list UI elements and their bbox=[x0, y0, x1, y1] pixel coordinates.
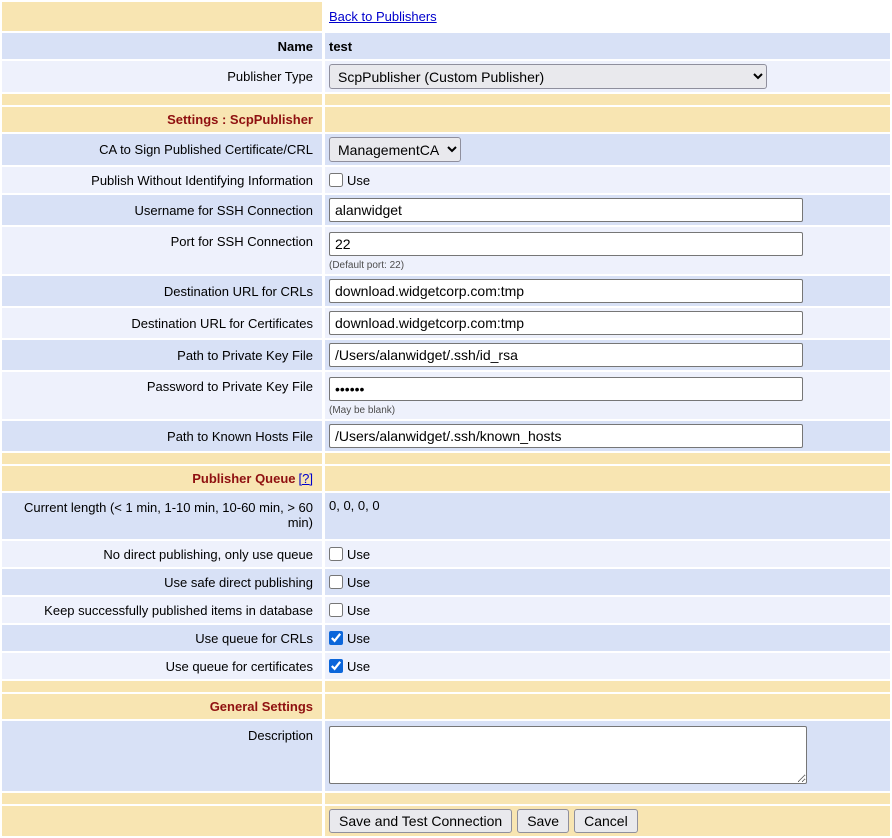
queue-crls-label: Use queue for CRLs bbox=[2, 625, 322, 651]
separator bbox=[2, 681, 890, 692]
keep-published-label: Keep successfully published items in dat… bbox=[2, 597, 322, 623]
row-name: Name test bbox=[2, 33, 890, 59]
publisher-queue-title: Publisher Queue bbox=[192, 471, 295, 486]
name-value: test bbox=[325, 33, 890, 59]
row-scp-settings-header: Settings : ScpPublisher bbox=[2, 107, 890, 132]
row-cert-url: Destination URL for Certificates bbox=[2, 308, 890, 338]
anonymous-use-label: Use bbox=[347, 173, 370, 188]
port-input[interactable] bbox=[329, 232, 803, 256]
row-description: Description bbox=[2, 721, 890, 791]
separator bbox=[2, 793, 890, 804]
description-textarea[interactable] bbox=[329, 726, 807, 784]
row-safe-direct: Use safe direct publishing Use bbox=[2, 569, 890, 595]
row-private-key: Path to Private Key File bbox=[2, 340, 890, 370]
ca-select[interactable]: ManagementCA bbox=[329, 137, 461, 162]
queue-certs-label: Use queue for certificates bbox=[2, 653, 322, 679]
cert-url-label: Destination URL for Certificates bbox=[2, 308, 322, 338]
row-username: Username for SSH Connection bbox=[2, 195, 890, 225]
port-label: Port for SSH Connection bbox=[2, 227, 322, 274]
save-button[interactable]: Save bbox=[517, 809, 569, 833]
known-hosts-input[interactable] bbox=[329, 424, 803, 448]
crl-url-label: Destination URL for CRLs bbox=[2, 276, 322, 306]
crl-url-input[interactable] bbox=[329, 279, 803, 303]
publisher-form: Back to Publishers Name test Publisher T… bbox=[0, 0, 892, 838]
row-general-settings-header: General Settings bbox=[2, 694, 890, 719]
row-actions: Save and Test Connection Save Cancel bbox=[2, 806, 890, 836]
cert-url-input[interactable] bbox=[329, 311, 803, 335]
row-publisher-type: Publisher Type ScpPublisher (Custom Publ… bbox=[2, 61, 890, 92]
row-only-queue: No direct publishing, only use queue Use bbox=[2, 541, 890, 567]
row-anonymous: Publish Without Identifying Information … bbox=[2, 167, 890, 193]
name-label: Name bbox=[2, 33, 322, 59]
password-hint: (May be blank) bbox=[329, 405, 395, 416]
publisher-type-select[interactable]: ScpPublisher (Custom Publisher) bbox=[329, 64, 767, 89]
anonymous-checkbox[interactable] bbox=[329, 173, 343, 187]
safe-direct-use-label: Use bbox=[347, 575, 370, 590]
row-back-link: Back to Publishers bbox=[2, 2, 890, 31]
back-to-publishers-link[interactable]: Back to Publishers bbox=[329, 9, 437, 24]
scp-settings-title: Settings : ScpPublisher bbox=[167, 112, 313, 127]
row-password: Password to Private Key File (May be bla… bbox=[2, 372, 890, 419]
row-queue-header: Publisher Queue [?] bbox=[2, 466, 890, 491]
username-label: Username for SSH Connection bbox=[2, 195, 322, 225]
row-port: Port for SSH Connection (Default port: 2… bbox=[2, 227, 890, 274]
anonymous-label: Publish Without Identifying Information bbox=[2, 167, 322, 193]
row-crl-url: Destination URL for CRLs bbox=[2, 276, 890, 306]
save-and-test-button[interactable]: Save and Test Connection bbox=[329, 809, 512, 833]
password-input[interactable] bbox=[329, 377, 803, 401]
cancel-button[interactable]: Cancel bbox=[574, 809, 638, 833]
username-input[interactable] bbox=[329, 198, 803, 222]
only-queue-checkbox[interactable] bbox=[329, 547, 343, 561]
separator bbox=[2, 94, 890, 105]
keep-published-checkbox[interactable] bbox=[329, 603, 343, 617]
publisher-type-label: Publisher Type bbox=[2, 61, 322, 92]
row-keep-published: Keep successfully published items in dat… bbox=[2, 597, 890, 623]
ca-label: CA to Sign Published Certificate/CRL bbox=[2, 134, 322, 165]
keep-published-use-label: Use bbox=[347, 603, 370, 618]
safe-direct-label: Use safe direct publishing bbox=[2, 569, 322, 595]
publisher-queue-help-link[interactable]: [?] bbox=[299, 471, 313, 486]
private-key-label: Path to Private Key File bbox=[2, 340, 322, 370]
private-key-input[interactable] bbox=[329, 343, 803, 367]
general-settings-title: General Settings bbox=[210, 699, 313, 714]
password-label: Password to Private Key File bbox=[2, 372, 322, 419]
queue-length-label: Current length (< 1 min, 1-10 min, 10-60… bbox=[2, 493, 322, 539]
row-known-hosts: Path to Known Hosts File bbox=[2, 421, 890, 451]
queue-certs-checkbox[interactable] bbox=[329, 659, 343, 673]
row-ca: CA to Sign Published Certificate/CRL Man… bbox=[2, 134, 890, 165]
known-hosts-label: Path to Known Hosts File bbox=[2, 421, 322, 451]
description-label: Description bbox=[2, 721, 322, 791]
only-queue-label: No direct publishing, only use queue bbox=[2, 541, 322, 567]
row-queue-length: Current length (< 1 min, 1-10 min, 10-60… bbox=[2, 493, 890, 539]
safe-direct-checkbox[interactable] bbox=[329, 575, 343, 589]
separator bbox=[2, 453, 890, 464]
row-queue-certs: Use queue for certificates Use bbox=[2, 653, 890, 679]
queue-length-value: 0, 0, 0, 0 bbox=[325, 493, 890, 539]
only-queue-use-label: Use bbox=[347, 547, 370, 562]
queue-certs-use-label: Use bbox=[347, 659, 370, 674]
publisher-edit-page: Back to Publishers Name test Publisher T… bbox=[0, 0, 892, 838]
top-left-spacer bbox=[2, 2, 322, 31]
queue-crls-checkbox[interactable] bbox=[329, 631, 343, 645]
row-queue-crls: Use queue for CRLs Use bbox=[2, 625, 890, 651]
queue-crls-use-label: Use bbox=[347, 631, 370, 646]
port-hint: (Default port: 22) bbox=[329, 260, 404, 271]
